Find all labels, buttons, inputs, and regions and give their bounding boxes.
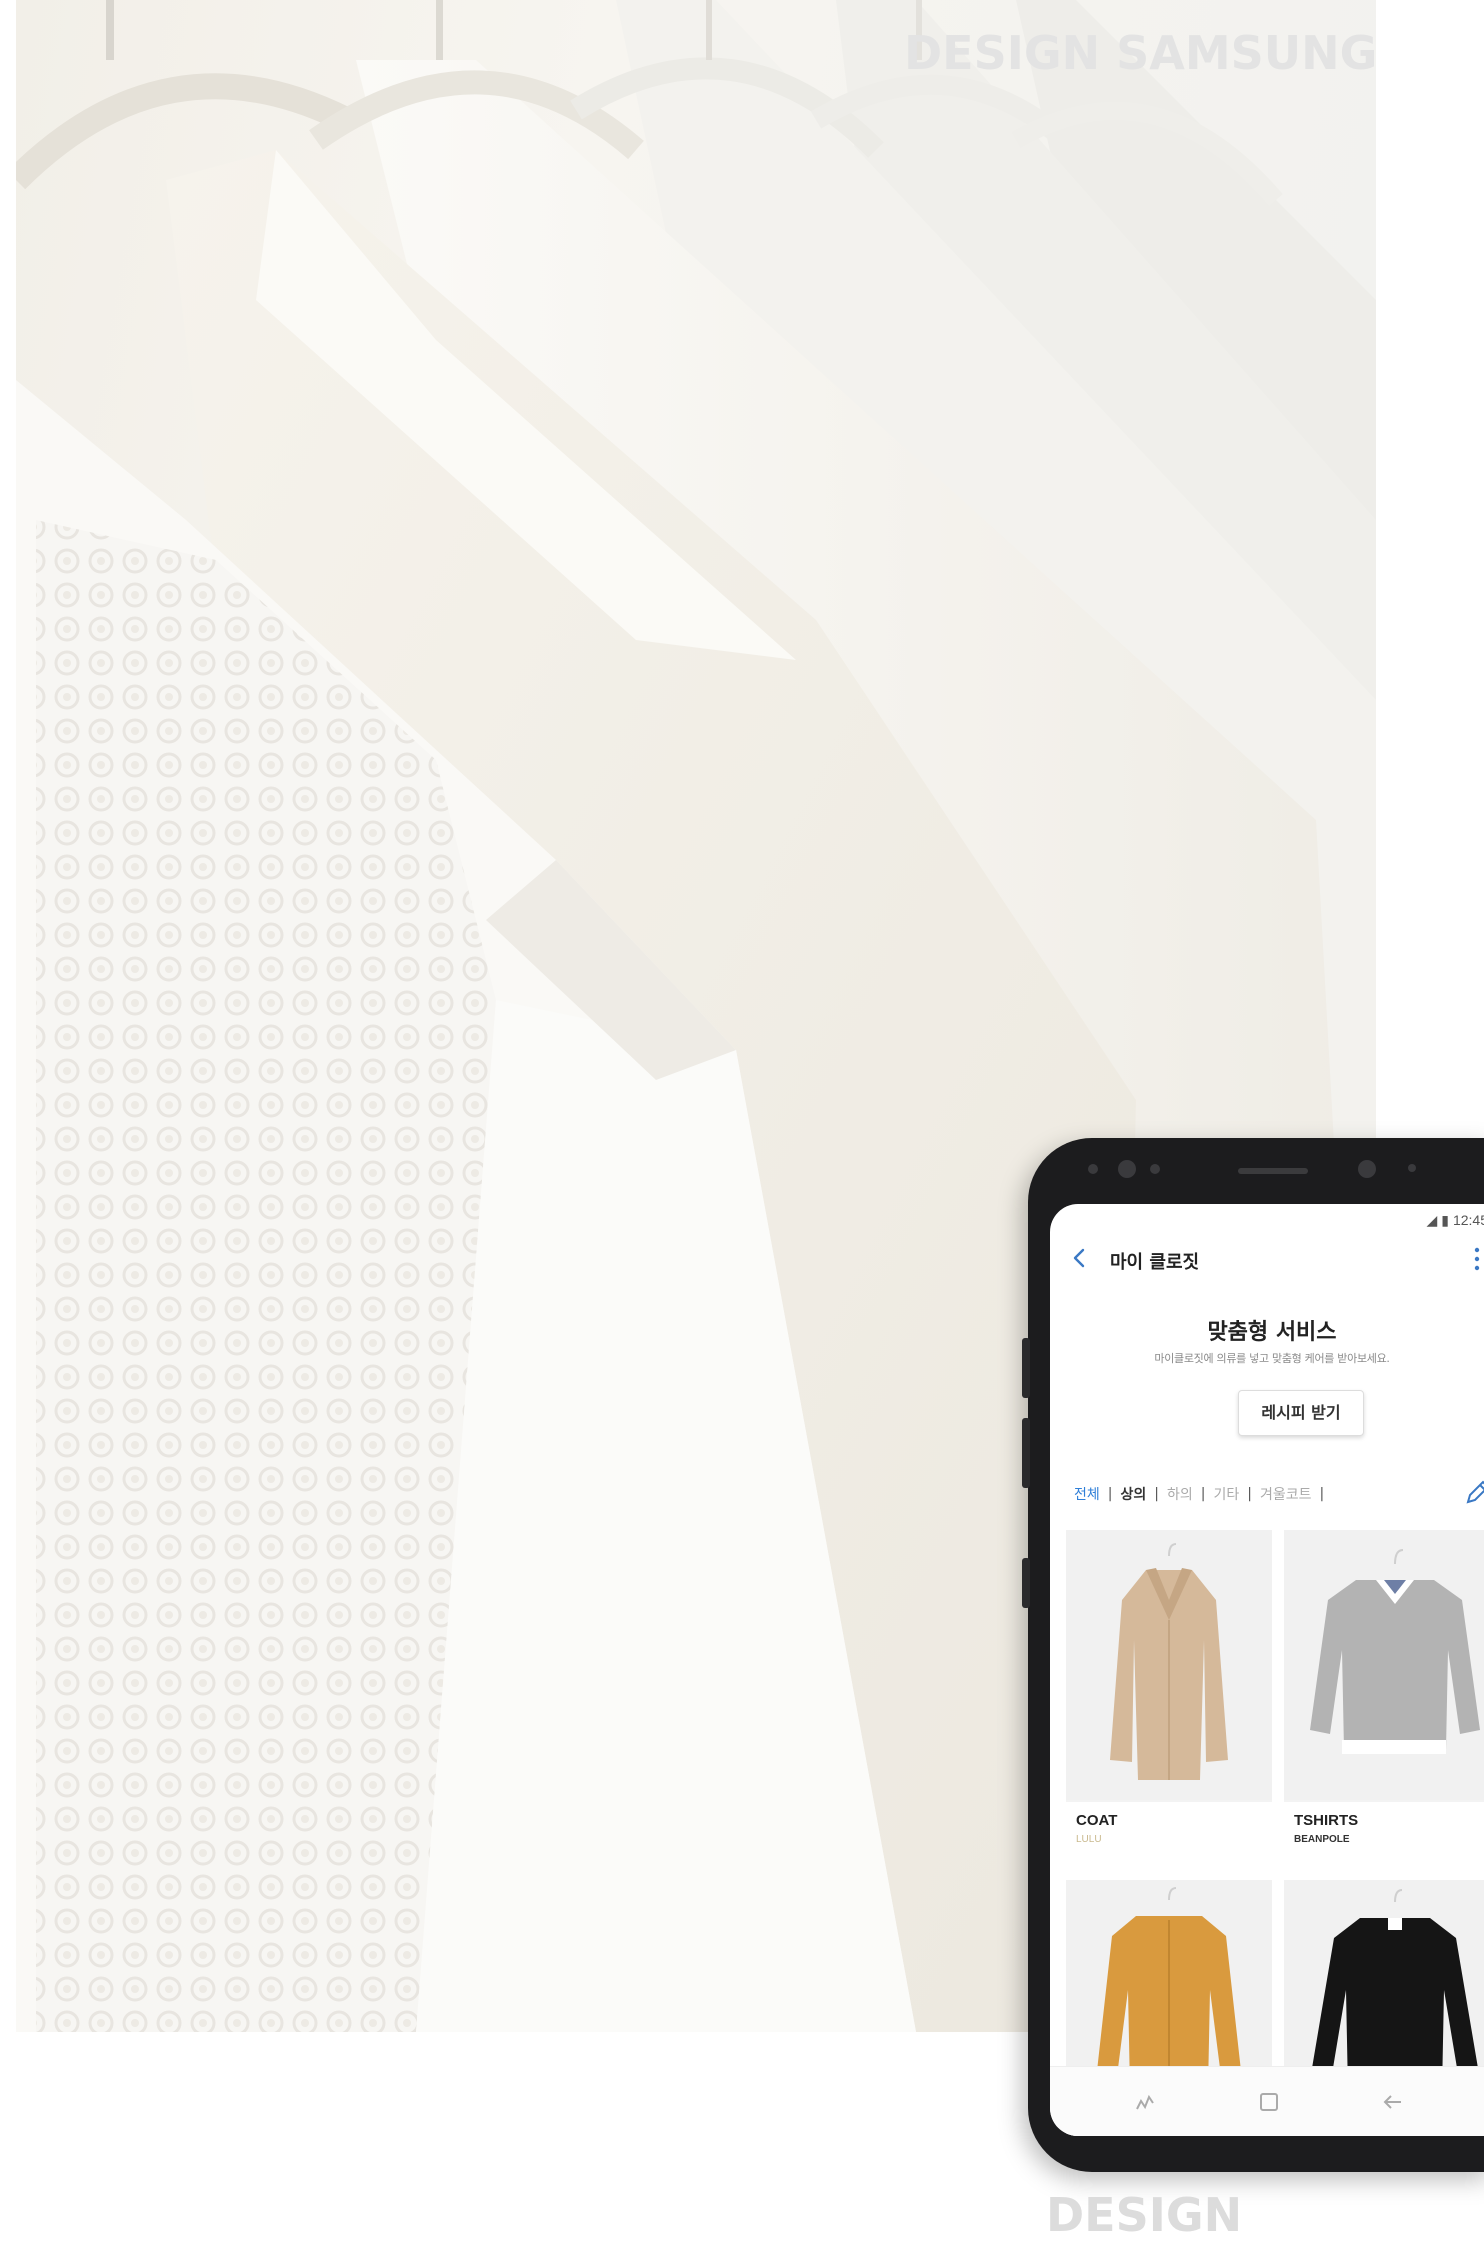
get-recipe-button[interactable]: 레시피 받기	[1238, 1390, 1364, 1436]
tab-bottoms[interactable]: 하의	[1165, 1484, 1195, 1504]
item-name: TSHIRTS	[1294, 1812, 1359, 1829]
sensor-icon	[1150, 1164, 1160, 1174]
item-info: TSHIRTS BEANPOLE	[1284, 1802, 1484, 1868]
tab-etc[interactable]: 기타	[1211, 1484, 1241, 1504]
recent-apps-icon[interactable]	[1132, 2089, 1158, 2115]
tab-separator: |	[1247, 1486, 1252, 1502]
beige-coat-image	[1110, 1543, 1228, 1780]
item-brand: BEANPOLE	[1294, 1834, 1350, 1845]
item-brand: LULU	[1076, 1834, 1102, 1845]
sensor-icon	[1088, 1164, 1098, 1174]
closet-item-card[interactable]: COAT LULU	[1066, 1530, 1272, 1868]
tab-separator: |	[1107, 1486, 1113, 1502]
promo-description: 마이클로짓에 의류를 넣고 맞춤형 케어를 받아보세요.	[1154, 1352, 1390, 1365]
earpiece-speaker	[1238, 1168, 1308, 1174]
promo-title: 맞춤형 서비스	[1207, 1320, 1337, 1345]
pencil-icon[interactable]	[1460, 1476, 1484, 1510]
tab-separator: |	[1154, 1486, 1159, 1502]
status-bar: ◢ ▮ 12:45	[1426, 1210, 1484, 1230]
tab-separator: |	[1200, 1486, 1206, 1502]
bixby-key	[1022, 1418, 1030, 1488]
closet-item-card[interactable]: TSHIRTS BEANPOLE	[1284, 1530, 1484, 1868]
page-title: 마이 클로짓	[1110, 1252, 1200, 1273]
watermark-bottom: DESIGN SAMSUNG	[1046, 2188, 1243, 2241]
watermark-top: DESIGN SAMSUNG	[904, 26, 1378, 80]
front-camera-icon	[1358, 1160, 1376, 1178]
battery-icon: ▮	[1441, 1211, 1449, 1228]
grey-sweatshirt-image	[1310, 1549, 1480, 1754]
item-name: COAT	[1076, 1812, 1118, 1829]
phone-top-bezel	[1028, 1138, 1484, 1204]
side-key	[1022, 1558, 1030, 1608]
signal-icon: ◢	[1426, 1211, 1438, 1228]
tab-all[interactable]: 전체	[1072, 1484, 1102, 1504]
tab-winter-coat[interactable]: 겨울코트	[1258, 1484, 1314, 1504]
item-info: COAT LULU	[1066, 1802, 1272, 1868]
sensor-icon	[1408, 1164, 1416, 1172]
tab-separator: |	[1319, 1486, 1325, 1502]
volume-key	[1022, 1338, 1030, 1398]
status-time: 12:45	[1452, 1212, 1484, 1228]
phone-screen: ◢ ▮ 12:45 마이 클로짓 맞춤형 서비스 마이클로짓에 의류를 넣고 맞…	[1050, 1204, 1484, 2136]
item-image	[1284, 1530, 1484, 1800]
home-icon[interactable]	[1256, 2089, 1282, 2115]
tab-tops[interactable]: 상의	[1118, 1484, 1148, 1504]
smartphone: ◢ ▮ 12:45 마이 클로짓 맞춤형 서비스 마이클로짓에 의류를 넣고 맞…	[1022, 1138, 1484, 2172]
more-vertical-icon[interactable]	[1472, 1246, 1482, 1272]
category-tabs: 전체 | 상의 | 하의 | 기타 | 겨울코트 |	[1072, 1484, 1330, 1504]
navigation-bar	[1050, 2066, 1484, 2136]
iris-camera-icon	[1118, 1160, 1136, 1178]
app-bar: 마이 클로짓	[1050, 1238, 1484, 1282]
item-image	[1066, 1530, 1272, 1800]
back-arrow-icon[interactable]	[1380, 2089, 1406, 2115]
chevron-left-icon[interactable]	[1068, 1246, 1092, 1270]
